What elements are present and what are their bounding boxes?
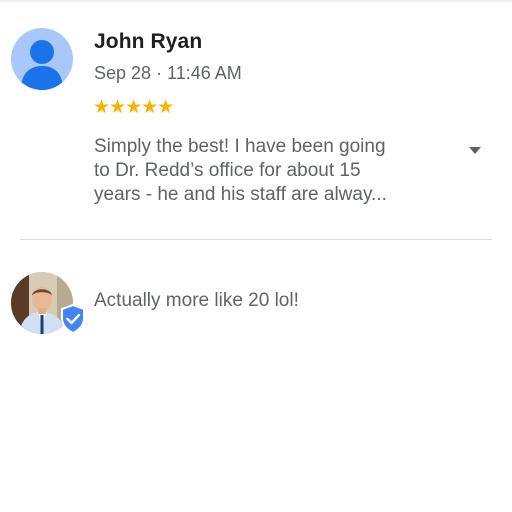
verified-shield-icon bbox=[60, 303, 86, 335]
reviewer-avatar[interactable] bbox=[11, 28, 73, 90]
review-card: John Ryan Sep 28 · 11:46 AM ★★★★★ Simply… bbox=[0, 0, 512, 240]
divider bbox=[20, 239, 492, 240]
chevron-down-icon[interactable] bbox=[466, 143, 484, 157]
owner-reply-text: Actually more like 20 lol! bbox=[94, 290, 299, 311]
review-text[interactable]: Simply the best! I have been going to Dr… bbox=[94, 135, 444, 207]
review-text-line: years - he and his staff are alway... bbox=[94, 184, 387, 205]
review-date: Sep 28 · 11:46 AM bbox=[94, 63, 242, 83]
owner-reply: Actually more like 20 lol! bbox=[0, 260, 512, 350]
star-rating: ★★★★★ bbox=[93, 97, 174, 118]
review-text-line: to Dr. Redd’s office for about 15 bbox=[94, 160, 361, 181]
reviewer-name[interactable]: John Ryan bbox=[94, 30, 202, 54]
review-text-line: Simply the best! I have been going bbox=[94, 136, 386, 157]
person-placeholder-icon bbox=[21, 40, 63, 90]
reviews-page: John Ryan Sep 28 · 11:46 AM ★★★★★ Simply… bbox=[0, 0, 512, 512]
